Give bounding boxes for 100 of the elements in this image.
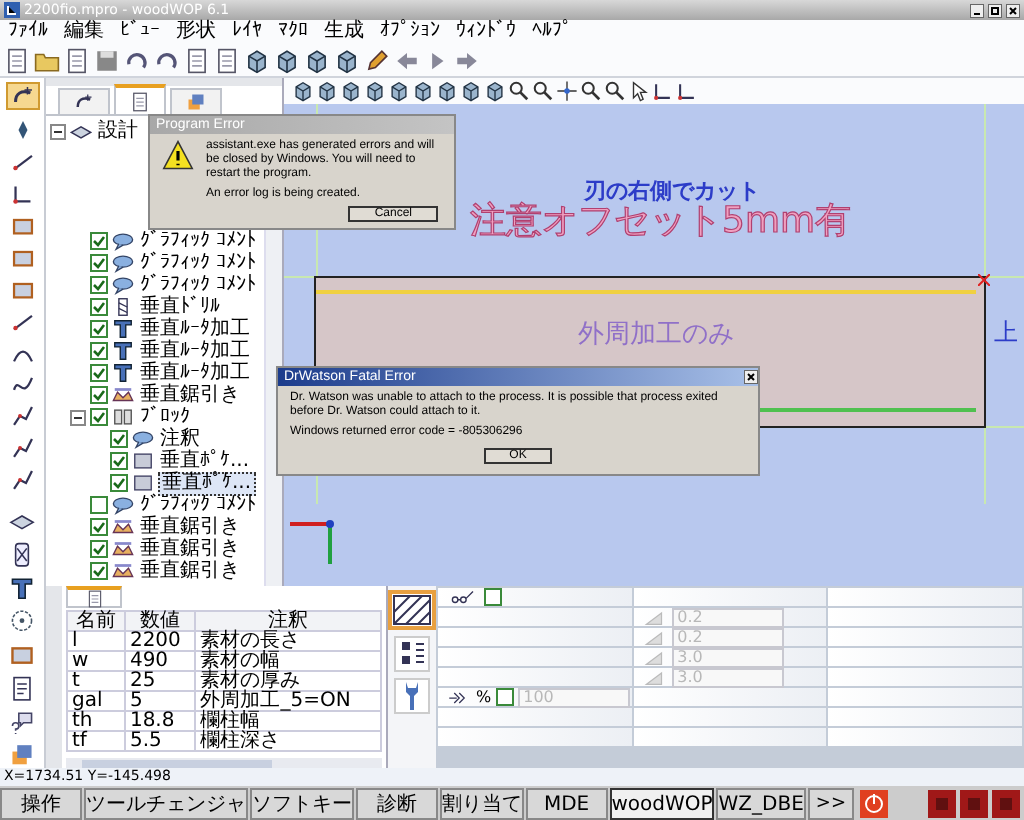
cube-icon[interactable]	[292, 80, 314, 102]
gear-icon[interactable]	[6, 608, 38, 635]
page-icon[interactable]	[64, 47, 90, 73]
menu-item[interactable]: ｵﾌﾟｼｮﾝ	[380, 20, 440, 44]
taskbar-button[interactable]: 操作	[0, 788, 82, 820]
page-icon[interactable]	[184, 47, 210, 73]
tree-item[interactable]: 垂直ﾄﾞﾘﾙ	[138, 297, 222, 317]
checkbox[interactable]	[90, 364, 108, 382]
tree-item[interactable]: 垂直鋸引き	[138, 539, 242, 559]
t-shape-icon[interactable]	[6, 575, 38, 601]
menu-item[interactable]: ﾚｲﾔ	[232, 20, 262, 44]
page-icon[interactable]	[85, 589, 103, 607]
checkbox[interactable]	[90, 562, 108, 580]
tree-item[interactable]: ｸﾞﾗﾌｨｯｸ ｺﾒﾝﾄ	[138, 495, 259, 515]
tree-item[interactable]: 垂直ﾙｰﾀ加工	[138, 363, 252, 383]
cube-icon[interactable]	[304, 47, 330, 73]
taskbar-button[interactable]: woodWOP	[609, 788, 715, 820]
tree-item[interactable]: 垂直鋸引き	[138, 517, 242, 537]
search-icon[interactable]	[580, 80, 602, 102]
floppy-icon[interactable]	[94, 47, 120, 73]
checkbox[interactable]	[90, 232, 108, 250]
line-icon[interactable]	[7, 149, 37, 174]
close-icon[interactable]	[744, 370, 758, 384]
pointer-icon[interactable]	[628, 80, 650, 102]
polyline-icon[interactable]	[7, 468, 37, 493]
checkbox[interactable]	[90, 276, 108, 294]
maximize-icon[interactable]	[988, 3, 1002, 17]
tree-item[interactable]: 垂直鋸引き	[138, 385, 242, 405]
list-icon[interactable]	[396, 638, 428, 670]
stack-icon[interactable]	[186, 92, 206, 112]
checkbox[interactable]	[90, 496, 108, 514]
hatch-icon[interactable]	[392, 594, 432, 626]
curve-icon[interactable]	[74, 92, 94, 112]
checkbox[interactable]	[90, 540, 108, 558]
rectangle-icon[interactable]	[6, 642, 38, 668]
undo-icon[interactable]	[124, 47, 150, 73]
tree-item[interactable]: 設計	[96, 121, 140, 141]
line-icon[interactable]	[7, 309, 37, 333]
checkbox[interactable]	[90, 342, 108, 360]
collapse-icon[interactable]	[50, 123, 66, 139]
crosshair-icon[interactable]	[556, 80, 578, 102]
corner-icon[interactable]	[652, 80, 674, 102]
page-icon[interactable]	[130, 91, 150, 111]
menu-item[interactable]: ﾏｸﾛ	[278, 20, 308, 44]
taskbar-button[interactable]: MDE	[525, 788, 608, 820]
menu-item[interactable]: ｳｨﾝﾄﾞｳ	[456, 20, 516, 44]
menu-item[interactable]: 編集	[64, 20, 104, 44]
undo-icon[interactable]	[154, 47, 180, 73]
stack-icon[interactable]	[6, 742, 38, 769]
tree-item[interactable]: 垂直ﾙｰﾀ加工	[138, 341, 252, 361]
menu-item[interactable]: ﾋﾞｭｰ	[120, 20, 160, 44]
cube-icon[interactable]	[334, 47, 360, 73]
polyline-icon[interactable]	[7, 436, 37, 461]
polyline-icon[interactable]	[7, 404, 37, 429]
checkbox[interactable]	[90, 408, 108, 426]
page-icon[interactable]	[4, 47, 30, 73]
close-icon[interactable]	[1006, 3, 1020, 17]
menu-item[interactable]: 生成	[324, 20, 364, 44]
cube-icon[interactable]	[244, 47, 270, 73]
cube-icon[interactable]	[364, 80, 386, 102]
cube-icon[interactable]	[316, 80, 338, 102]
checkbox[interactable]	[90, 298, 108, 316]
cube-icon[interactable]	[340, 80, 362, 102]
checkbox[interactable]	[90, 518, 108, 536]
menu-item[interactable]: 形状	[176, 20, 216, 44]
tree-item[interactable]: 注釈	[158, 429, 202, 449]
taskbar-button[interactable]: 割り当て	[439, 788, 524, 820]
taskbar-button[interactable]: WZ_DBE	[716, 788, 806, 820]
tree-item[interactable]: 垂直ﾎﾟｹ...	[158, 451, 252, 471]
checkbox[interactable]	[110, 474, 128, 492]
curve-icon[interactable]	[5, 82, 39, 110]
tree-item[interactable]: ｸﾞﾗﾌｨｯｸ ｺﾒﾝﾄ	[138, 253, 259, 273]
menu-item[interactable]: ﾍﾙﾌﾟ	[532, 20, 572, 44]
cube-icon[interactable]	[436, 80, 458, 102]
tree-item[interactable]: ｸﾞﾗﾌｨｯｸ ｺﾒﾝﾄ	[138, 275, 259, 295]
tree-item[interactable]: 垂直鋸引き	[138, 561, 242, 581]
search-icon[interactable]	[508, 80, 530, 102]
taskbar-button[interactable]: ソフトキー	[249, 788, 354, 820]
tree-item[interactable]: 垂直ﾎﾟｹ...	[158, 471, 256, 495]
cube-icon[interactable]	[388, 80, 410, 102]
page-icon[interactable]	[214, 47, 240, 73]
checkbox[interactable]	[110, 452, 128, 470]
corner-icon[interactable]	[676, 80, 698, 102]
more-button[interactable]: >>	[807, 788, 854, 820]
scrollbar[interactable]	[66, 758, 382, 768]
rectangle-icon[interactable]	[7, 213, 37, 238]
cube-icon[interactable]	[274, 47, 300, 73]
cube-icon[interactable]	[412, 80, 434, 102]
checkbox[interactable]	[90, 320, 108, 338]
search-icon[interactable]	[532, 80, 554, 102]
minimize-icon[interactable]	[970, 3, 984, 17]
speech-question-icon[interactable]	[6, 709, 38, 735]
cube-icon[interactable]	[460, 80, 482, 102]
rectangle-icon[interactable]	[7, 277, 37, 302]
power-icon[interactable]	[860, 790, 888, 818]
tree-item[interactable]: 垂直ﾙｰﾀ加工	[138, 319, 252, 339]
checkbox[interactable]	[90, 386, 108, 404]
checkbox[interactable]	[90, 254, 108, 272]
taskbar-button[interactable]: ツールチェンジャ	[83, 788, 248, 820]
taskbar-button[interactable]: 診断	[355, 788, 438, 820]
